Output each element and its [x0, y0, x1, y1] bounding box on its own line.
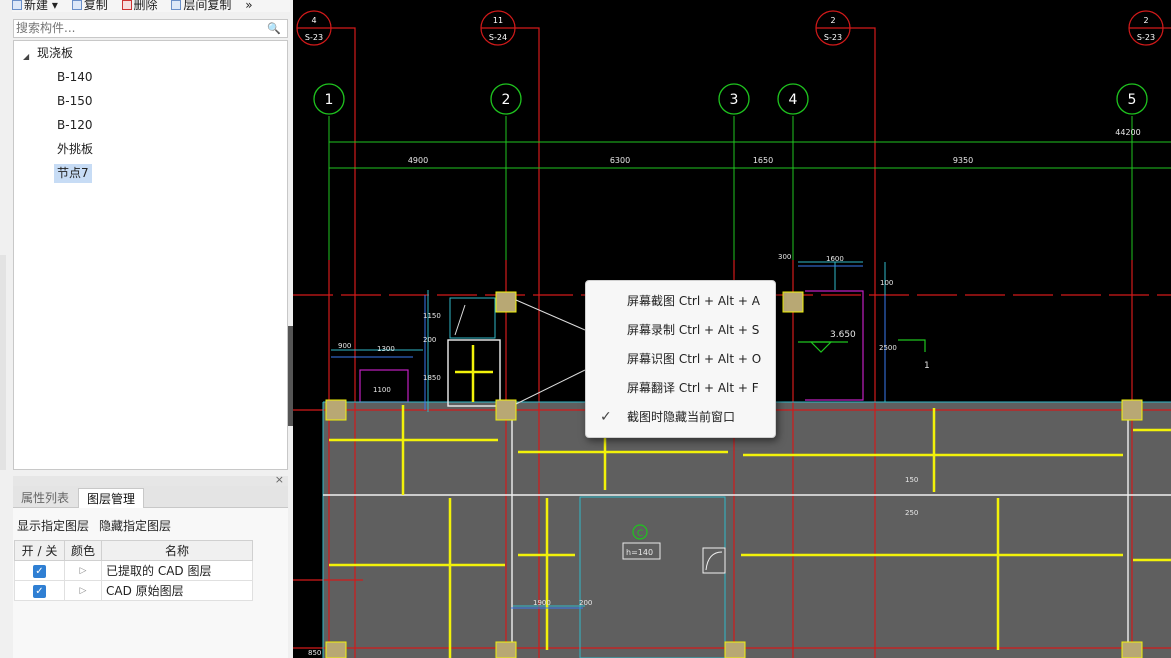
dimension-text: 150	[905, 476, 918, 484]
search-icon[interactable]: 🔍	[267, 22, 281, 35]
close-icon[interactable]: ×	[275, 473, 284, 486]
layer-table-header: 开 / 关 颜色 名称	[14, 540, 253, 561]
layer-management-panel: 显示指定图层 隐藏指定图层 开 / 关 颜色 名称 ✓ ▷ 已提取的 CAD 图…	[13, 508, 288, 658]
table-row[interactable]: ✓ ▷ 已提取的 CAD 图层	[14, 560, 253, 581]
tree-item-node7[interactable]: 节点7	[54, 164, 92, 183]
panel-header: ×	[13, 473, 288, 486]
menu-item-screen-record[interactable]: 屏幕录制 Ctrl + Alt + S	[586, 316, 775, 345]
axis-label: 2	[502, 92, 511, 108]
tree-item-b140[interactable]: B-140	[54, 68, 95, 87]
tree-item-outrigger-slab[interactable]: 外挑板	[54, 140, 96, 159]
section-number: 2	[830, 16, 835, 25]
section-sheet: S-24	[489, 33, 507, 42]
dimension-text: 6300	[610, 156, 630, 165]
layer-name: CAD 原始图层	[101, 580, 253, 601]
dimension-text: 850	[308, 649, 321, 657]
component-tree: ◢ 现浇板 B-140 B-150 B-120 外挑板 节点7	[13, 40, 288, 470]
section-sheet: S-23	[305, 33, 323, 42]
context-menu: 屏幕截图 Ctrl + Alt + A 屏幕录制 Ctrl + Alt + S …	[585, 280, 776, 438]
axis-label: 5	[1128, 92, 1137, 108]
layer-name: 已提取的 CAD 图层	[101, 560, 253, 581]
axis-label: 3	[730, 92, 739, 108]
dimension-text: 1850	[423, 374, 441, 382]
floor-copy-button[interactable]: 层间复制	[171, 0, 231, 11]
slab-label: h=140	[626, 548, 653, 557]
dimension-text: 300	[778, 253, 791, 261]
dimension-text: 2500	[879, 344, 897, 352]
menu-item-screen-ocr[interactable]: 屏幕识图 Ctrl + Alt + O	[586, 345, 775, 374]
search-box: 🔍	[13, 19, 288, 38]
side-grip	[0, 255, 6, 470]
dimension-text: 200	[423, 336, 436, 344]
dimension-text: 1600	[826, 255, 844, 263]
tab-layer-management[interactable]: 图层管理	[78, 488, 145, 508]
new-button[interactable]: 新建 ▾	[12, 0, 58, 11]
dimension-text: 4900	[408, 156, 428, 165]
dimension-text: 250	[905, 509, 918, 517]
table-row[interactable]: ✓ ▷ CAD 原始图层	[14, 580, 253, 601]
tree-item-b150[interactable]: B-150	[54, 92, 95, 111]
menu-item-hide-window[interactable]: ✓ 截图时隐藏当前窗口	[586, 403, 775, 432]
col-name: 名称	[101, 540, 253, 561]
hide-layer-button[interactable]: 隐藏指定图层	[99, 517, 171, 534]
layer-color-dropdown[interactable]: ▷	[64, 580, 102, 601]
elevation-text: 3.650	[830, 330, 856, 340]
layer-color-dropdown[interactable]: ▷	[64, 560, 102, 581]
dimension-text: 100	[880, 279, 893, 287]
left-panel: 新建 ▾ 复制 删除 层间复制 » 🔍 ◢ 现浇板 B-140 B-150 B-…	[0, 0, 293, 658]
panel-tabs: 属性列表 图层管理	[13, 486, 288, 508]
tree-expand-icon[interactable]: ◢	[23, 52, 29, 61]
menu-item-screen-translate[interactable]: 屏幕翻译 Ctrl + Alt + F	[586, 374, 775, 403]
section-sheet: S-23	[1137, 33, 1155, 42]
layer-toggle-checkbox[interactable]: ✓	[33, 565, 46, 578]
show-layer-button[interactable]: 显示指定图层	[17, 517, 89, 534]
section-number: 4	[311, 16, 316, 25]
menu-item-label: 截图时隐藏当前窗口	[627, 410, 736, 424]
section-number: 2	[1143, 16, 1148, 25]
dimension-text: 1900	[533, 599, 551, 607]
section-number: 11	[493, 16, 503, 25]
dimension-text: 1300	[377, 345, 395, 353]
tab-properties[interactable]: 属性列表	[13, 488, 77, 508]
check-icon: ✓	[600, 409, 612, 425]
label-text: 1	[924, 361, 930, 371]
dimension-text: 200	[579, 599, 592, 607]
slab-mark: C	[637, 529, 643, 539]
axis-label: 4	[789, 92, 798, 108]
total-dimension: 44200	[1115, 128, 1140, 137]
col-onoff: 开 / 关	[14, 540, 65, 561]
copy-icon	[71, 0, 82, 10]
axis-label: 1	[325, 92, 334, 108]
floor-copy-icon	[171, 0, 182, 10]
copy-button[interactable]: 复制	[71, 0, 108, 11]
toolbar-more-button[interactable]: »	[245, 0, 252, 11]
toolbar: 新建 ▾ 复制 删除 层间复制 »	[12, 0, 290, 12]
dimension-text: 9350	[953, 156, 973, 165]
dimension-text: 1650	[753, 156, 773, 165]
delete-icon	[121, 0, 132, 10]
tree-root-node[interactable]: 现浇板	[34, 44, 76, 63]
dimension-text: 900	[338, 342, 351, 350]
layer-table: 开 / 关 颜色 名称 ✓ ▷ 已提取的 CAD 图层 ✓ ▷ CAD 原始图层	[14, 540, 253, 601]
section-sheet: S-23	[824, 33, 842, 42]
tree-item-b120[interactable]: B-120	[54, 116, 95, 135]
new-icon	[12, 0, 22, 10]
dimension-text: 1100	[373, 386, 391, 394]
col-color: 颜色	[64, 540, 102, 561]
search-input[interactable]	[14, 20, 266, 36]
delete-button[interactable]: 删除	[121, 0, 158, 11]
dimension-text: 1150	[423, 312, 441, 320]
layer-toggle-checkbox[interactable]: ✓	[33, 585, 46, 598]
menu-item-screenshot[interactable]: 屏幕截图 Ctrl + Alt + A	[586, 287, 775, 316]
